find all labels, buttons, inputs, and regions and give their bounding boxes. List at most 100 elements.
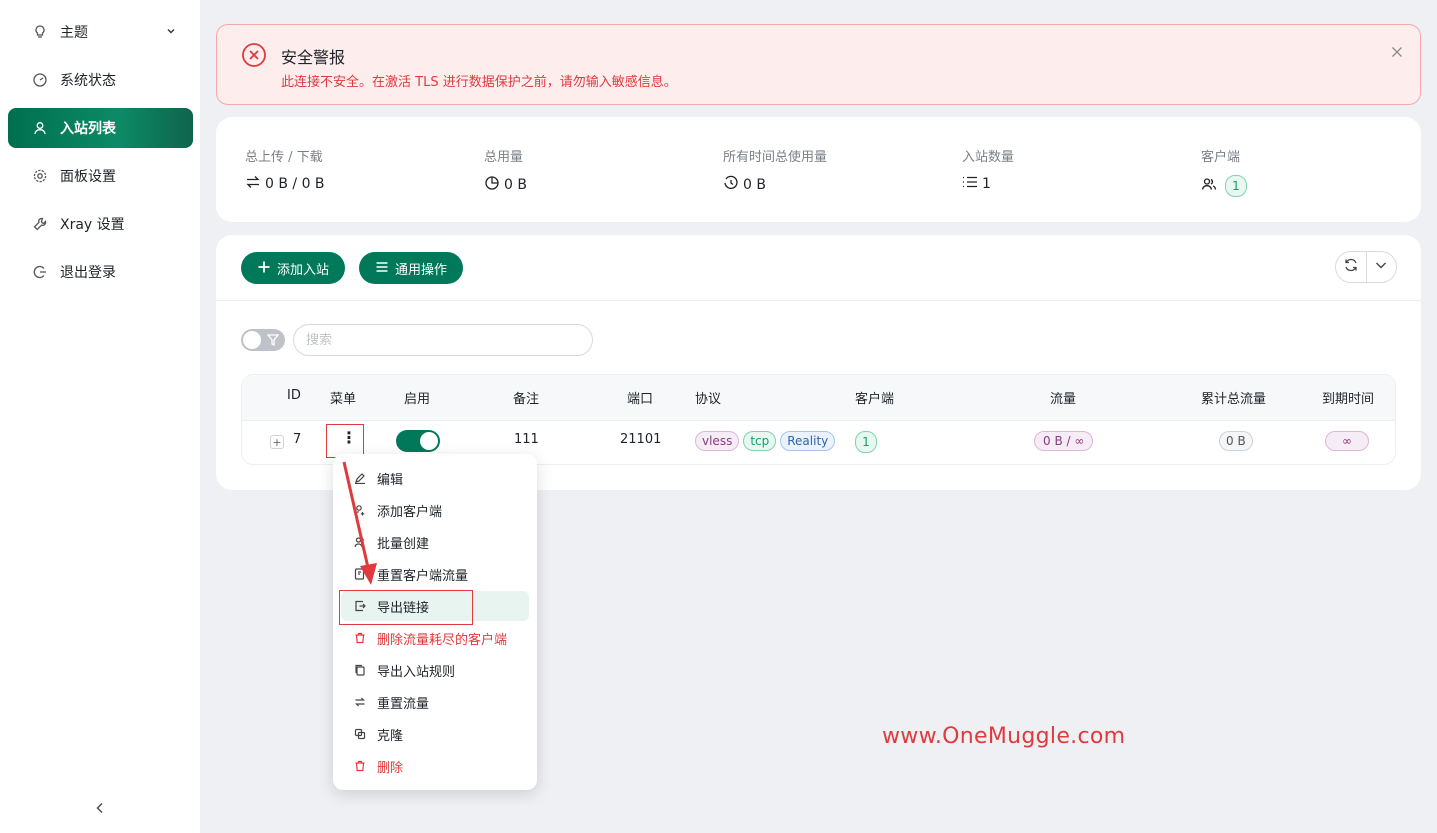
col-clients: 客户端	[855, 392, 895, 407]
stat-total-usage: 总用量 0 B	[484, 150, 527, 195]
col-enabled: 启用	[404, 392, 431, 407]
watermark-text: www.OneMuggle.com	[882, 724, 1126, 749]
stat-clients: 客户端 1	[1201, 146, 1247, 197]
logout-icon	[32, 264, 48, 280]
menu-item-bulk-create[interactable]: 批量创建	[341, 527, 529, 557]
sidebar-item-xray-settings[interactable]: Xray 设置	[8, 204, 193, 244]
file-reset-icon	[353, 567, 367, 581]
chevron-down-icon	[1374, 258, 1388, 276]
sidebar-item-panel-settings[interactable]: 面板设置	[8, 156, 193, 196]
user-icon	[32, 120, 48, 136]
menu-item-export-inbound[interactable]: 导出入站规则	[341, 655, 529, 685]
cell-total-traffic: 0 B	[1219, 431, 1257, 451]
search-input[interactable]	[293, 324, 593, 356]
col-menu: 菜单	[330, 392, 357, 407]
pie-chart-icon	[484, 175, 500, 195]
menu-item-edit[interactable]: 编辑	[341, 463, 529, 493]
toggle-knob	[420, 432, 438, 450]
protocol-tag: vless	[695, 431, 740, 451]
refresh-icon	[1343, 257, 1359, 277]
users-icon	[353, 535, 367, 549]
stats-card: 总上传 / 下载 0 B / 0 B 总用量 0 B 所有时间总使用量 0 B …	[216, 117, 1421, 222]
delete-icon	[353, 631, 367, 645]
menu-item-clone[interactable]: 克隆	[341, 719, 529, 749]
cell-port: 21101	[620, 432, 662, 447]
menu-item-delete[interactable]: 删除	[341, 751, 529, 781]
plus-icon	[257, 260, 271, 277]
bulb-icon	[32, 24, 48, 40]
expand-row-button[interactable]: +	[270, 435, 284, 449]
dashboard-icon	[32, 72, 48, 88]
menu-item-add-client[interactable]: 添加客户端	[341, 495, 529, 525]
security-tag: Reality	[780, 431, 836, 451]
clients-count-badge: 1	[1225, 175, 1247, 197]
add-inbound-button[interactable]: 添加入站	[241, 252, 346, 284]
swap-icon	[353, 695, 367, 709]
swap-icon	[245, 175, 261, 193]
col-traffic: 流量	[1050, 392, 1077, 407]
sidebar: 主题 系统状态 入站列表 面板设置 Xray 设置 退出登录	[0, 0, 200, 833]
stat-all-time-usage: 所有时间总使用量 0 B	[723, 150, 828, 195]
close-icon[interactable]	[1390, 45, 1404, 63]
inbounds-table: ID 菜单 启用 备注 端口 协议 客户端 流量 累计总流量 到期时间 + 7 …	[241, 374, 1396, 465]
history-icon	[723, 175, 739, 195]
sidebar-item-label: Xray 设置	[60, 217, 125, 233]
highlight-export-links	[339, 590, 473, 625]
highlight-menu-trigger	[326, 424, 364, 458]
copy-icon	[353, 663, 367, 677]
filter-toggle[interactable]	[241, 329, 285, 351]
list-icon	[962, 175, 978, 193]
sidebar-item-label: 主题	[60, 25, 88, 41]
sidebar-item-inbounds[interactable]: 入站列表	[8, 108, 193, 148]
expiry-tag: ∞	[1325, 431, 1369, 451]
col-remark: 备注	[513, 392, 540, 407]
refresh-button[interactable]	[1336, 252, 1367, 282]
col-expiry: 到期时间	[1322, 392, 1375, 407]
alert-message: 此连接不安全。在激活 TLS 进行数据保护之前，请勿输入敏感信息。	[281, 75, 677, 90]
sidebar-item-theme[interactable]: 主题	[8, 12, 193, 52]
users-icon	[1201, 176, 1217, 196]
sidebar-item-label: 系统状态	[60, 73, 116, 89]
sidebar-item-logout[interactable]: 退出登录	[8, 252, 193, 292]
col-port: 端口	[627, 392, 654, 407]
enable-switch[interactable]	[396, 430, 440, 452]
cell-protocol: vless tcp Reality	[695, 431, 839, 451]
inbounds-card: 添加入站 通用操作 ID 菜单 启用 备注 端口 协议 客户端 流量 累计总流量…	[216, 235, 1421, 490]
refresh-group	[1335, 251, 1397, 283]
error-circle-icon	[241, 42, 267, 72]
col-protocol: 协议	[695, 392, 722, 407]
chevron-down-icon	[165, 25, 177, 41]
filter-icon	[266, 333, 280, 351]
cell-expiry: ∞	[1325, 431, 1373, 451]
sidebar-item-label: 退出登录	[60, 265, 116, 281]
user-add-icon	[353, 503, 367, 517]
menu-item-delete-depleted-clients[interactable]: 删除流量耗尽的客户端	[341, 623, 529, 653]
table-header: ID 菜单 启用 备注 端口 协议 客户端 流量 累计总流量 到期时间	[242, 375, 1395, 421]
security-alert: 安全警报 此连接不安全。在激活 TLS 进行数据保护之前，请勿输入敏感信息。	[216, 24, 1421, 105]
menu-item-reset-client-traffic[interactable]: 重置客户端流量	[341, 559, 529, 589]
collapse-sidebar-icon[interactable]	[92, 800, 108, 816]
clone-icon	[353, 727, 367, 741]
general-actions-button[interactable]: 通用操作	[359, 252, 464, 284]
col-id: ID	[287, 388, 301, 403]
wrench-icon	[32, 216, 48, 232]
traffic-tag: 0 B / ∞	[1034, 431, 1094, 451]
sidebar-item-system-status[interactable]: 系统状态	[8, 60, 193, 100]
stat-upload-download: 总上传 / 下载 0 B / 0 B	[245, 150, 325, 193]
menu-item-reset-traffic[interactable]: 重置流量	[341, 687, 529, 717]
stat-inbound-count: 入站数量 1	[962, 150, 1015, 193]
menu-icon	[375, 260, 389, 277]
sidebar-item-label: 面板设置	[60, 169, 116, 185]
gear-icon	[32, 168, 48, 184]
divider	[216, 300, 1421, 301]
alert-title: 安全警报	[281, 48, 346, 67]
refresh-options-button[interactable]	[1367, 252, 1397, 282]
cell-clients: 1	[855, 431, 877, 453]
sidebar-item-label: 入站列表	[60, 121, 116, 137]
cell-remark: 111	[514, 432, 539, 447]
clients-badge[interactable]: 1	[855, 431, 877, 453]
edit-icon	[353, 471, 367, 485]
transport-tag: tcp	[743, 431, 777, 451]
cell-traffic: 0 B / ∞	[1034, 431, 1097, 451]
cell-id: 7	[293, 432, 302, 447]
